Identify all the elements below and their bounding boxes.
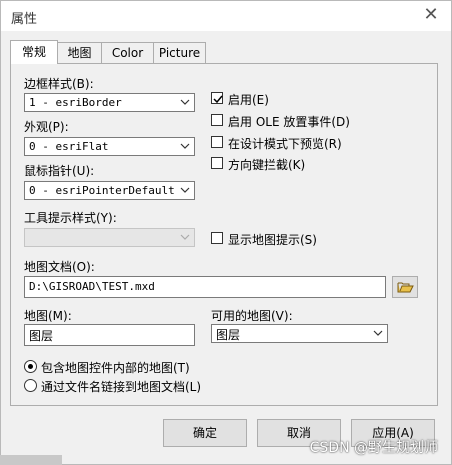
checkbox-icon <box>211 136 223 148</box>
map-document-input[interactable]: D:\GISROAD\TEST.mxd <box>24 276 386 298</box>
window-title: 属性 <box>11 12 38 27</box>
appearance-value: 0 - esriFlat <box>29 140 109 153</box>
mouse-pointer-value: 0 - esriPointerDefault <box>29 184 175 197</box>
map-document-label: 地图文档(O): <box>24 260 95 274</box>
embed-map-label: 包含地图控件内部的地图(T) <box>41 361 190 375</box>
checkbox-icon <box>211 114 223 126</box>
link-map-label: 通过文件名链接到地图文档(L) <box>41 380 202 394</box>
radio-icon <box>24 379 37 392</box>
border-style-label: 边框样式(B): <box>24 77 94 91</box>
enable-ole-drop-label: 启用 OLE 放置事件(D) <box>228 115 350 129</box>
map-value: 图层 <box>29 329 54 343</box>
map-input[interactable]: 图层 <box>24 324 195 346</box>
chevron-down-icon <box>179 183 191 198</box>
map-label: 地图(M): <box>24 309 72 323</box>
tab-picture[interactable]: Picture <box>153 42 206 63</box>
tab-map[interactable]: 地图 <box>57 42 102 63</box>
chevron-down-icon <box>179 95 191 110</box>
checkbox-checked-icon <box>211 92 223 104</box>
border-style-select[interactable]: 1 - esriBorder <box>24 93 195 112</box>
arrow-key-intercept-label: 方向键拦截(K) <box>228 158 306 172</box>
available-maps-label: 可用的地图(V): <box>211 309 293 323</box>
chevron-down-icon <box>179 230 191 245</box>
title-bar: 属性 ✕ <box>1 1 451 31</box>
border-style-value: 1 - esriBorder <box>29 96 122 109</box>
folder-open-icon <box>397 280 414 297</box>
mouse-pointer-select[interactable]: 0 - esriPointerDefault <box>24 181 195 200</box>
appearance-select[interactable]: 0 - esriFlat <box>24 137 195 156</box>
show-map-tips-label: 显示地图提示(S) <box>228 233 317 247</box>
design-preview-label: 在设计模式下预览(R) <box>228 137 342 151</box>
background-strip <box>0 455 62 465</box>
appearance-label: 外观(P): <box>24 120 69 134</box>
map-document-value: D:\GISROAD\TEST.mxd <box>29 280 155 293</box>
chevron-down-icon <box>372 326 384 341</box>
enable-checkbox-label: 启用(E) <box>228 93 269 107</box>
checkbox-icon <box>211 157 223 169</box>
checkbox-icon <box>211 232 223 244</box>
available-maps-select[interactable]: 图层 <box>211 324 388 343</box>
browse-button[interactable] <box>392 276 418 298</box>
close-icon[interactable]: ✕ <box>417 4 445 28</box>
watermark: CSDN @野生规划师 <box>309 440 438 456</box>
available-maps-value: 图层 <box>216 328 241 342</box>
chevron-down-icon <box>179 139 191 154</box>
mouse-pointer-label: 鼠标指针(U): <box>24 164 95 178</box>
radio-selected-icon <box>24 360 37 373</box>
tab-general[interactable]: 常规 <box>10 40 58 64</box>
ok-button[interactable]: 确定 <box>163 419 247 447</box>
tooltip-style-label: 工具提示样式(Y): <box>24 211 117 225</box>
tooltip-style-select <box>24 228 195 247</box>
tab-color[interactable]: Color <box>101 42 154 63</box>
